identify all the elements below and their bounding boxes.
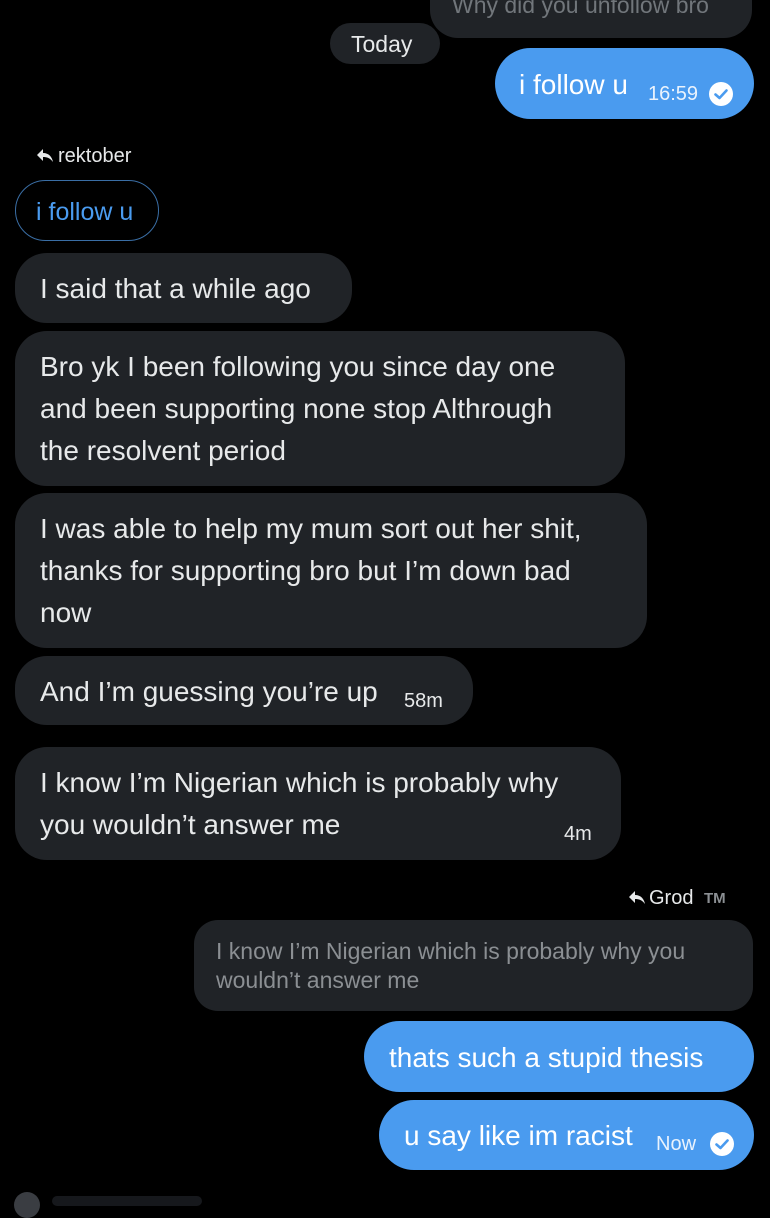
received-message-bubble[interactable]: Bro yk I been following you since day on…: [15, 331, 625, 486]
message-timestamp: Now: [656, 1133, 697, 1155]
quoted-message-text: i follow u: [36, 198, 134, 226]
read-check-icon: [709, 82, 733, 106]
quoted-message-bubble[interactable]: i follow u: [15, 180, 159, 241]
message-text: i follow u: [519, 69, 628, 100]
message-text: thats such a stupid thesis: [389, 1042, 704, 1073]
message-text-line: and been supporting none stop Althrough: [40, 393, 553, 424]
message-text-line: you wouldn’t answer me: [40, 809, 341, 840]
message-text: u say like im racist: [404, 1120, 633, 1151]
message-timestamp: 16:59: [648, 83, 699, 105]
next-item-avatar: [14, 1192, 40, 1218]
message-text-line: I was able to help my mum sort out her s…: [40, 513, 582, 544]
received-message-bubble[interactable]: I was able to help my mum sort out her s…: [15, 493, 647, 648]
message-text-line: Bro yk I been following you since day on…: [40, 351, 556, 382]
reply-arrow-icon: [628, 890, 646, 906]
previous-message-bubble[interactable]: Why did you unfollow bro: [430, 0, 752, 38]
reply-author: Grod: [649, 887, 694, 909]
message-text: I said that a while ago: [40, 273, 311, 304]
received-message-bubble[interactable]: And I’m guessing you’re up 58m: [15, 656, 473, 725]
message-text-line: now: [40, 597, 92, 628]
message-text-line: the resolvent period: [40, 435, 286, 466]
sent-message-bubble[interactable]: u say like im racist Now: [379, 1100, 754, 1170]
quoted-message-line: wouldn’t answer me: [216, 967, 420, 993]
quoted-message-bubble[interactable]: I know I’m Nigerian which is probably wh…: [194, 920, 753, 1011]
received-message-bubble[interactable]: I said that a while ago: [15, 253, 352, 323]
reply-author: rektober: [58, 145, 132, 167]
message-text: And I’m guessing you’re up: [40, 676, 378, 707]
reply-header: Grod TM: [628, 886, 738, 910]
previous-message-text: Why did you unfollow bro: [452, 0, 709, 18]
reply-arrow-icon: [36, 148, 54, 164]
quoted-message-line: I know I’m Nigerian which is probably wh…: [216, 938, 686, 964]
sent-message-bubble[interactable]: thats such a stupid thesis: [364, 1021, 754, 1092]
date-divider-label: Today: [351, 31, 413, 57]
date-divider: Today: [330, 23, 440, 64]
message-text-line: I know I’m Nigerian which is probably wh…: [40, 767, 559, 798]
read-check-icon: [710, 1132, 734, 1156]
sent-message-bubble[interactable]: i follow u 16:59: [495, 48, 754, 119]
reply-author-badge: TM: [704, 890, 726, 907]
message-timestamp: 58m: [404, 690, 443, 712]
next-item-placeholder: [52, 1196, 202, 1206]
received-message-bubble[interactable]: I know I’m Nigerian which is probably wh…: [15, 747, 621, 860]
message-text-line: thanks for supporting bro but I’m down b…: [40, 555, 571, 586]
message-timestamp: 4m: [564, 823, 592, 845]
